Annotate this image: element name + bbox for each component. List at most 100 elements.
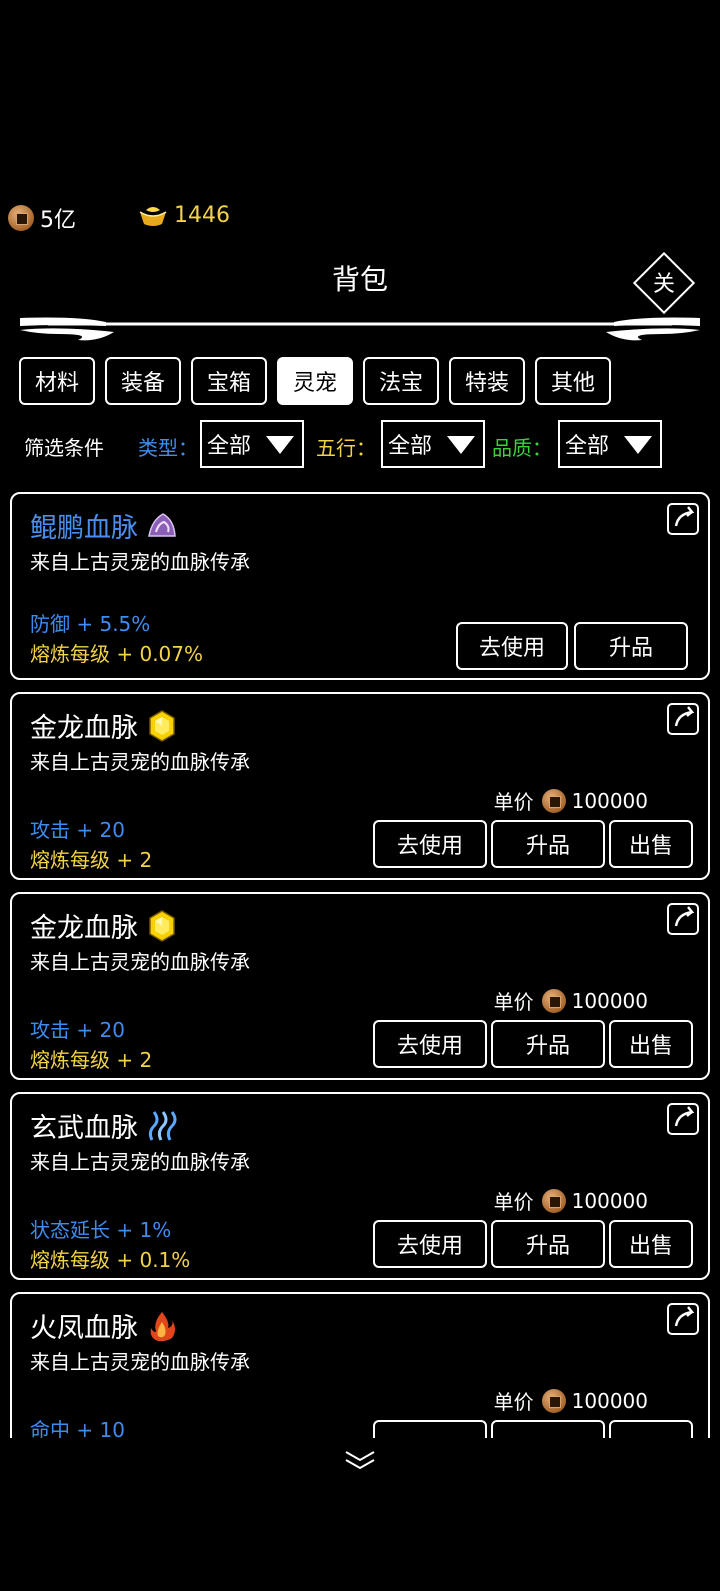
item-price: 单价 100000 [494, 786, 648, 815]
item-price: 单价 100000 [494, 1386, 648, 1415]
type-filter-select[interactable]: 全部 [200, 420, 304, 468]
item-name-text: 火凤血脉 [30, 1313, 138, 1344]
tab-spirit-pets[interactable]: 灵宠 [277, 357, 353, 405]
item-card[interactable]: 金龙血脉来自上古灵宠的血脉传承 攻击 + 20 熔炼每级 + 2 单价 100000 去使… [10, 692, 710, 880]
use-button[interactable] [373, 1420, 487, 1438]
tab-materials[interactable]: 材料 [19, 357, 95, 405]
dropdown-triangle-icon [624, 436, 652, 454]
copper-coin-icon [541, 988, 566, 1013]
gold-balance: 1446 [138, 202, 230, 228]
item-stat-primary: 状态延长 + 1% [30, 1218, 172, 1242]
tab-chests[interactable]: 宝箱 [191, 357, 267, 405]
item-name: 玄武血脉 [30, 1106, 178, 1145]
item-name-text: 鲲鹏血脉 [30, 513, 138, 544]
type-filter-value: 全部 [207, 434, 252, 459]
page-title: 背包 [331, 263, 388, 296]
item-price: 单价 100000 [494, 986, 648, 1015]
upgrade-button[interactable]: 升品 [491, 820, 605, 868]
copper-coin-icon [541, 1188, 566, 1213]
filter-title: 筛选条件 [24, 436, 104, 460]
use-button[interactable]: 去使用 [373, 1020, 487, 1068]
gold-ingot-icon [139, 207, 167, 226]
scroll-down-chevron-icon[interactable] [342, 1448, 378, 1474]
item-stat-secondary: 熔炼每级 + 2 [30, 1048, 153, 1072]
item-name: 金龙血脉 [30, 906, 178, 945]
price-label: 单价 [493, 1190, 534, 1214]
item-stat-primary: 命中 + 10 [30, 1418, 125, 1438]
item-list[interactable]: 鲲鹏血脉 来自上古灵宠的血脉传承 防御 + 5.5% 熔炼每级 + 0.07% 去使用升… [0, 492, 720, 1438]
coin-amount: 5亿 [40, 208, 76, 233]
item-stat-secondary: 熔炼每级 + 2 [30, 848, 153, 872]
use-button[interactable]: 去使用 [373, 1220, 487, 1268]
gold-amount: 1446 [174, 202, 230, 228]
tab-equipment[interactable]: 装备 [105, 357, 181, 405]
price-value: 100000 [571, 988, 648, 1013]
use-button[interactable]: 去使用 [373, 820, 487, 868]
filter-bar: 筛选条件 类型： 全部 五行： 全部 品质： 全部 [0, 420, 720, 470]
dropdown-triangle-icon [266, 436, 294, 454]
item-stat-secondary: 熔炼每级 + 0.1% [30, 1248, 191, 1272]
copper-coin-icon [541, 788, 566, 813]
item-stat-primary: 防御 + 5.5% [30, 612, 151, 636]
sell-button[interactable]: 出售 [609, 1220, 693, 1268]
upgrade-button[interactable] [491, 1420, 605, 1438]
item-card[interactable]: 玄武血脉来自上古灵宠的血脉传承 状态延长 + 1% 熔炼每级 + 0.1% 单价 100… [10, 1092, 710, 1280]
copper-coin-icon [8, 205, 34, 231]
use-button[interactable]: 去使用 [456, 622, 568, 670]
copper-coin-icon [541, 1388, 566, 1413]
share-icon[interactable] [666, 900, 702, 936]
price-value: 100000 [571, 1388, 648, 1413]
close-button[interactable]: 关 [632, 251, 696, 315]
element-filter-label: 五行： [316, 436, 376, 460]
purple-swirl-gem-icon [146, 510, 178, 542]
item-card[interactable]: 火凤血脉来自上古灵宠的血脉传承命中 + 10 单价 100000 [10, 1292, 710, 1438]
item-description: 来自上古灵宠的血脉传承 [30, 1350, 250, 1374]
item-card[interactable]: 金龙血脉 来自上古灵宠的血脉传承 攻击 + 20 熔炼每级 + 2 单价 100000 去使… [10, 892, 710, 1080]
dropdown-triangle-icon [447, 436, 475, 454]
category-tabs: 材料 装备 宝箱 灵宠 法宝 特装 其他 [19, 357, 621, 405]
item-name-text: 金龙血脉 [30, 713, 138, 744]
coin-balance: 5亿 [8, 202, 76, 234]
upgrade-button[interactable]: 升品 [491, 1020, 605, 1068]
price-label: 单价 [493, 1390, 534, 1414]
quality-filter-label: 品质： [492, 436, 552, 460]
header-divider-ornament [20, 317, 700, 341]
item-name: 鲲鹏血脉 [30, 506, 178, 545]
share-icon[interactable] [666, 1100, 702, 1136]
item-name-text: 金龙血脉 [30, 913, 138, 944]
sell-button[interactable]: 出售 [609, 820, 693, 868]
price-label: 单价 [493, 990, 534, 1014]
sell-button[interactable]: 出售 [609, 1020, 693, 1068]
item-description: 来自上古灵宠的血脉传承 [30, 1150, 250, 1174]
yellow-crystal-gem-icon [146, 909, 178, 942]
upgrade-button[interactable]: 升品 [574, 622, 688, 670]
item-name: 火凤血脉 [30, 1306, 178, 1345]
element-filter-select[interactable]: 全部 [381, 420, 485, 468]
close-label: 关 [652, 272, 675, 297]
item-name-text: 玄武血脉 [30, 1113, 138, 1144]
element-filter-value: 全部 [388, 434, 433, 459]
item-description: 来自上古灵宠的血脉传承 [30, 750, 250, 774]
item-stat-primary: 攻击 + 20 [30, 818, 125, 842]
sell-button[interactable] [609, 1420, 693, 1438]
item-name: 金龙血脉 [30, 706, 178, 745]
item-card[interactable]: 鲲鹏血脉来自上古灵宠的血脉传承 防御 + 5.5% 熔炼每级 + 0.07% 去使用升… [10, 492, 710, 680]
item-price: 单价 100000 [494, 1186, 648, 1215]
item-stat-secondary: 熔炼每级 + 0.07% [30, 642, 204, 666]
blue-water-gem-icon [146, 1110, 178, 1142]
share-icon[interactable] [666, 500, 702, 536]
share-icon[interactable] [666, 1300, 702, 1336]
backpack-screen: 5亿 1446 背包 关 材料 装备 宝箱 灵宠 法宝 特装 其他 筛选条件 类… [0, 0, 720, 1591]
item-description: 来自上古灵宠的血脉传承 [30, 950, 250, 974]
tab-others[interactable]: 其他 [535, 357, 611, 405]
yellow-crystal-gem-icon [146, 709, 178, 742]
upgrade-button[interactable]: 升品 [491, 1220, 605, 1268]
tab-magic-treasures[interactable]: 法宝 [363, 357, 439, 405]
quality-filter-select[interactable]: 全部 [558, 420, 662, 468]
item-description: 来自上古灵宠的血脉传承 [30, 550, 250, 574]
red-flame-gem-icon [146, 1310, 178, 1342]
share-icon[interactable] [666, 700, 702, 736]
tab-special-gear[interactable]: 特装 [449, 357, 525, 405]
price-value: 100000 [571, 788, 648, 813]
price-value: 100000 [571, 1188, 648, 1213]
